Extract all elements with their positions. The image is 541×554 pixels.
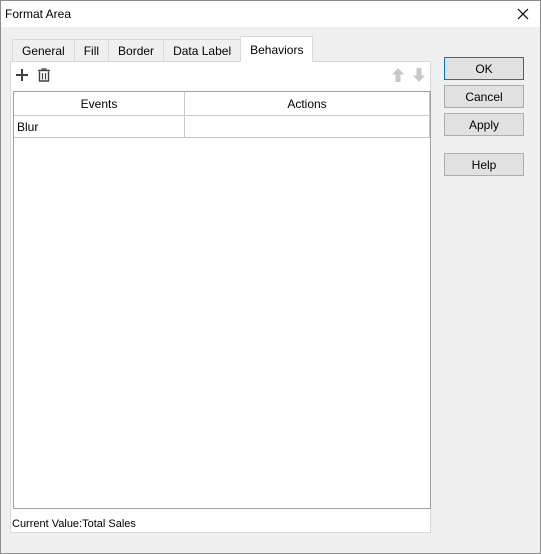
title-bar: Format Area (1, 1, 540, 27)
move-down-button[interactable] (410, 66, 428, 84)
format-area-dialog: Format Area General Fill Border Data Lab… (0, 0, 541, 554)
apply-button-label: Apply (468, 117, 500, 132)
trash-icon (38, 68, 50, 82)
arrow-down-icon (413, 68, 425, 82)
behaviors-panel: Events Actions Blur Current Value:Total … (10, 61, 431, 533)
dialog-body: General Fill Border Data Label Behaviors (1, 27, 540, 553)
table-header: Events Actions (14, 92, 430, 116)
help-button-label: Help (471, 157, 497, 172)
behaviors-table: Events Actions Blur (13, 91, 431, 509)
window-title: Format Area (5, 7, 72, 21)
cancel-button-label: Cancel (465, 89, 503, 104)
current-value-label: Current Value:Total Sales (12, 518, 136, 530)
tab-behaviors[interactable]: Behaviors (240, 36, 314, 62)
behaviors-toolbar (11, 62, 430, 90)
action-cell[interactable] (185, 116, 430, 137)
cancel-button[interactable]: Cancel (444, 85, 524, 108)
ok-button-label: OK (475, 61, 493, 76)
tab-border[interactable]: Border (108, 39, 165, 62)
help-button[interactable]: Help (444, 153, 524, 176)
ok-button[interactable]: OK (444, 57, 524, 80)
arrow-up-icon (392, 68, 404, 82)
add-behavior-button[interactable] (13, 66, 31, 84)
table-row[interactable]: Blur (14, 116, 430, 138)
column-header-actions[interactable]: Actions (185, 92, 430, 115)
close-icon (517, 8, 529, 20)
apply-button[interactable]: Apply (444, 113, 524, 136)
tab-fill[interactable]: Fill (73, 39, 110, 62)
event-cell[interactable]: Blur (14, 116, 185, 137)
tab-data-label[interactable]: Data Label (163, 39, 242, 62)
close-button[interactable] (506, 1, 540, 27)
tab-strip: General Fill Border Data Label Behaviors (12, 36, 314, 62)
move-up-button[interactable] (389, 66, 407, 84)
plus-icon (16, 69, 28, 81)
column-header-events[interactable]: Events (14, 92, 185, 115)
delete-behavior-button[interactable] (35, 66, 53, 84)
tab-general[interactable]: General (12, 39, 75, 62)
